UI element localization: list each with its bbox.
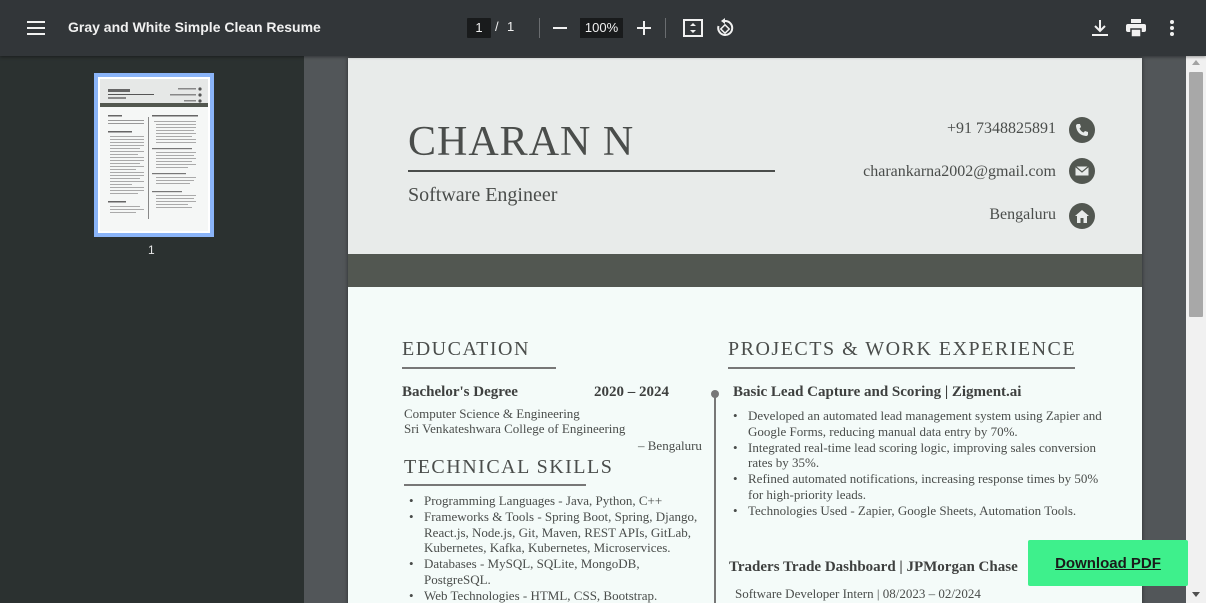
rotate-icon[interactable] [713, 14, 737, 42]
name-underline [408, 170, 775, 172]
list-item: Integrated real-time lead scoring logic,… [728, 440, 1106, 472]
timeline-line [714, 396, 716, 603]
list-item: Refined automated notifications, increas… [728, 471, 1106, 503]
list-item: Databases - MySQL, SQLite, MongoDB, Post… [404, 556, 708, 588]
contact-location: Bengaluru [989, 206, 1056, 223]
fit-to-page-icon[interactable] [681, 14, 705, 42]
college-name: Sri Venkateshwara College of Engineering [404, 421, 626, 436]
scroll-up-arrow-icon[interactable] [1192, 60, 1200, 65]
page-separator: / [495, 19, 499, 34]
thumbnail-page-number: 1 [148, 243, 155, 257]
college-location: – Bengaluru [638, 438, 702, 453]
pdf-page: CHARAN N Software Engineer +91 734882589… [348, 58, 1142, 603]
document-title: Gray and White Simple Clean Resume [68, 19, 321, 35]
skills-underline [404, 484, 586, 486]
skills-heading: TECHNICAL SKILLS [404, 456, 614, 478]
download-pdf-button[interactable]: Download PDF [1028, 540, 1188, 586]
zoom-in-icon[interactable] [632, 14, 656, 42]
timeline-dot [711, 390, 719, 398]
list-item: Frameworks & Tools - Spring Boot, Spring… [404, 509, 708, 556]
project-1-title: Basic Lead Capture and Scoring | Zigment… [733, 384, 1022, 400]
home-icon [1069, 203, 1095, 229]
skills-list: Programming Languages - Java, Python, C+… [404, 493, 708, 603]
education-heading: EDUCATION [402, 338, 530, 360]
page-number-input[interactable]: 1 [467, 18, 491, 38]
phone-icon [1069, 117, 1095, 143]
project-2-subtitle: Software Developer Intern | 08/2023 – 02… [735, 586, 981, 601]
project-1-list: Developed an automated lead management s… [728, 408, 1106, 519]
toolbar-divider [539, 18, 540, 38]
mail-icon [1069, 158, 1095, 184]
menu-icon[interactable] [22, 14, 50, 42]
page-thumbnail[interactable] [94, 73, 214, 237]
page-total: 1 [507, 19, 515, 34]
degree-title: Bachelor's Degree [402, 384, 518, 400]
scroll-down-arrow-icon[interactable] [1192, 592, 1200, 597]
list-item: Technologies Used - Zapier, Google Sheet… [728, 503, 1106, 519]
document-viewer: CHARAN N Software Engineer +91 734882589… [304, 56, 1186, 603]
education-underline [402, 367, 556, 369]
header-band [348, 254, 1142, 287]
print-icon[interactable] [1124, 14, 1148, 42]
resume-name: CHARAN N [408, 119, 635, 165]
contact-phone: +91 7348825891 [946, 120, 1056, 137]
scrollbar-thumb[interactable] [1189, 72, 1203, 317]
degree-years: 2020 – 2024 [594, 384, 669, 400]
projects-heading: PROJECTS & WORK EXPERIENCE [728, 338, 1077, 360]
list-item: Programming Languages - Java, Python, C+… [404, 493, 708, 509]
thumbnail-preview [100, 79, 208, 231]
more-options-icon[interactable] [1160, 14, 1184, 42]
list-item: Developed an automated lead management s… [728, 408, 1106, 440]
zoom-out-icon[interactable] [548, 14, 572, 42]
vertical-scrollbar[interactable] [1186, 56, 1206, 603]
project-2-title: Traders Trade Dashboard | JPMorgan Chase [729, 559, 1018, 575]
degree-field: Computer Science & Engineering [404, 406, 580, 421]
list-item: Web Technologies - HTML, CSS, Bootstrap. [404, 588, 708, 603]
pdf-toolbar: Gray and White Simple Clean Resume 1 / 1… [0, 0, 1206, 56]
toolbar-divider [665, 18, 666, 38]
download-icon[interactable] [1088, 14, 1112, 42]
projects-underline [728, 367, 1075, 369]
resume-role: Software Engineer [408, 184, 558, 206]
contact-email: charankarna2002@gmail.com [863, 163, 1056, 180]
zoom-level-input[interactable]: 100% [580, 18, 623, 38]
